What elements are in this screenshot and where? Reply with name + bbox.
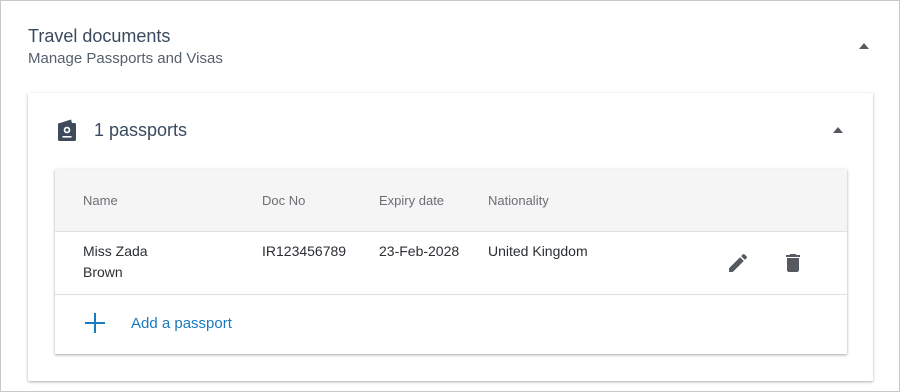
- edit-pencil-icon[interactable]: [726, 251, 750, 275]
- cell-name-line1: Miss Zada: [83, 243, 148, 259]
- passports-collapse-chevron-up-icon[interactable]: [833, 127, 843, 133]
- add-passport-button[interactable]: Add a passport: [83, 311, 232, 335]
- passports-card-header: 1 passports: [58, 119, 187, 141]
- delete-trash-icon[interactable]: [781, 251, 805, 275]
- column-header-expiry-date: Expiry date: [379, 193, 445, 208]
- travel-documents-panel: Travel documents Manage Passports and Vi…: [0, 0, 900, 392]
- passports-table: Name Doc No Expiry date Nationality Miss…: [55, 169, 847, 354]
- passport-icon: [58, 119, 78, 141]
- column-header-nationality: Nationality: [488, 193, 549, 208]
- section-collapse-chevron-up-icon[interactable]: [859, 43, 869, 49]
- section-subtitle: Manage Passports and Visas: [28, 50, 223, 67]
- cell-nationality: United Kingdom: [488, 243, 588, 259]
- add-passport-label: Add a passport: [131, 314, 232, 332]
- section-title: Travel documents: [28, 26, 171, 46]
- cell-expiry-date: 23-Feb-2028: [379, 243, 460, 259]
- passports-card: 1 passports Name Doc No Expiry date Nati…: [28, 93, 873, 381]
- column-header-doc-no: Doc No: [262, 193, 306, 208]
- cell-name-line2: Brown: [83, 264, 123, 280]
- column-header-name: Name: [83, 193, 118, 208]
- cell-doc-no: IR123456789: [262, 243, 347, 259]
- section-header: Travel documents Manage Passports and Vi…: [28, 25, 223, 68]
- plus-icon: [83, 311, 107, 335]
- passports-count-title: 1 passports: [94, 119, 188, 140]
- row-divider: [55, 294, 847, 295]
- table-header: Name Doc No Expiry date Nationality: [55, 169, 847, 232]
- cell-name: Miss Zada Brown: [83, 241, 148, 283]
